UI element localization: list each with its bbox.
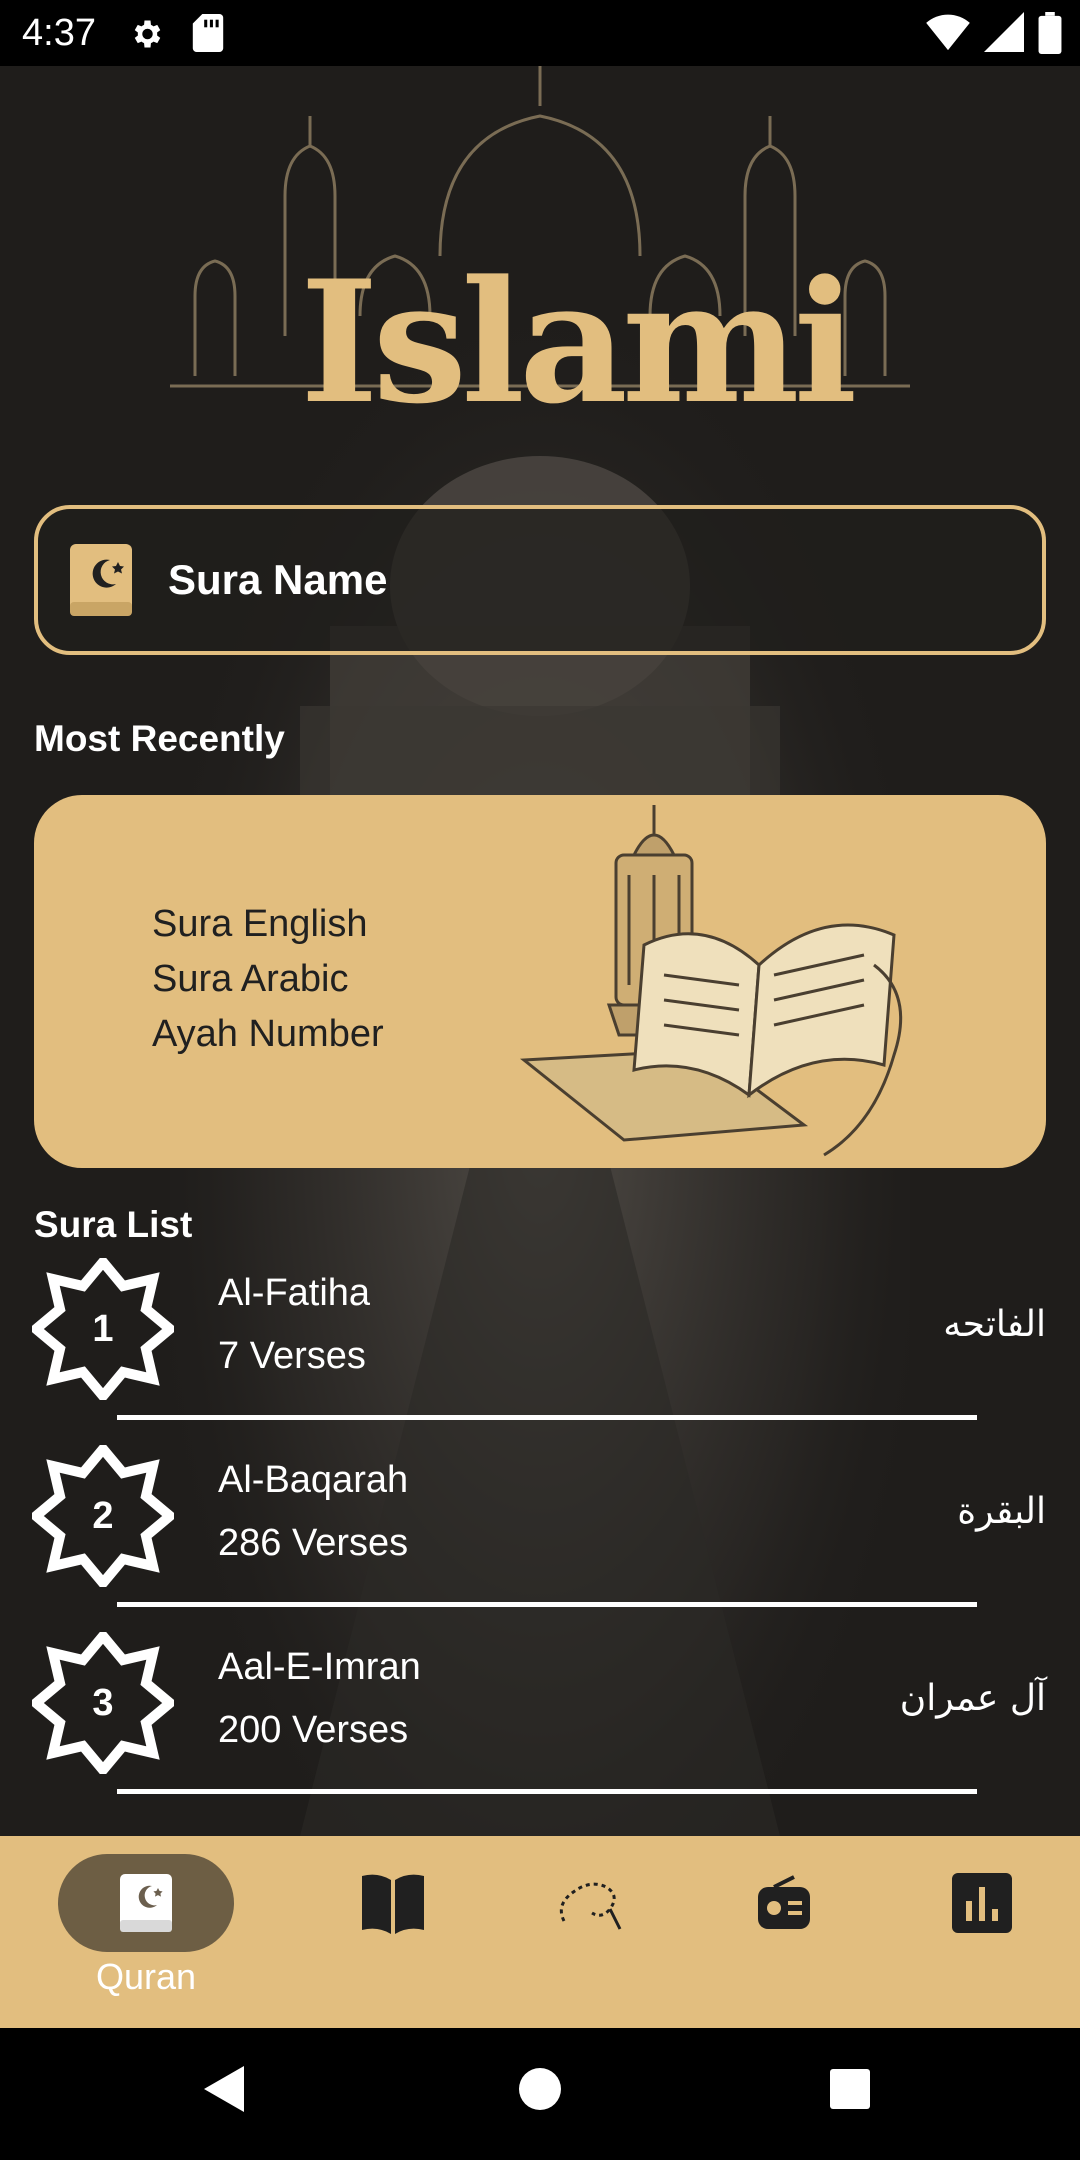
list-divider bbox=[117, 1415, 977, 1420]
most-recent-card[interactable]: Sura English Sura Arabic Ayah Number bbox=[34, 795, 1046, 1168]
status-bar: 4:37 bbox=[0, 0, 1080, 66]
nav-item-hadith[interactable] bbox=[305, 1854, 481, 2014]
sura-number: 3 bbox=[92, 1681, 114, 1724]
status-time: 4:37 bbox=[22, 12, 96, 54]
recent-card-text: Sura English Sura Arabic Ayah Number bbox=[152, 897, 384, 1062]
recent-ayah-number: Ayah Number bbox=[152, 1013, 384, 1055]
quran-lantern-illustration bbox=[519, 805, 903, 1157]
sura-arabic-name: البقرة bbox=[957, 1491, 1046, 1532]
sura-list-title: Sura List bbox=[34, 1204, 193, 1245]
sd-card-icon bbox=[192, 14, 224, 52]
nav-label-quran: Quran bbox=[95, 1956, 197, 1997]
nav-icon-wrap bbox=[696, 1854, 872, 1952]
nav-icon-wrap bbox=[502, 1854, 678, 1952]
nav-active-indicator bbox=[58, 1854, 234, 1952]
sura-verse-count: 7 Verses bbox=[218, 1335, 366, 1377]
app-screen: 4:37 Islami Sura Name Most Recently Sura… bbox=[0, 0, 1080, 2160]
sura-english-name: Aal-E-Imran bbox=[218, 1646, 421, 1688]
sura-verse-count: 200 Verses bbox=[218, 1709, 409, 1751]
gear-icon bbox=[134, 20, 161, 48]
recent-sura-english: Sura English bbox=[152, 903, 368, 945]
bottom-navigation-bar: Quran bbox=[0, 1836, 1080, 2028]
sura-english-name: Al-Fatiha bbox=[218, 1272, 371, 1314]
sura-arabic-name: آل عمران bbox=[899, 1678, 1046, 1719]
sura-list-item[interactable]: 2 Al-Baqarah 286 Verses البقرة bbox=[0, 1445, 1080, 1632]
sura-arabic-name: الفاتحه bbox=[943, 1304, 1046, 1345]
sura-list-item[interactable]: 3 Aal-E-Imran 200 Verses آل عمران bbox=[0, 1632, 1080, 1819]
nav-item-time[interactable] bbox=[894, 1854, 1070, 2014]
quran-icon bbox=[120, 1874, 172, 1932]
wifi-icon bbox=[926, 14, 970, 51]
battery-icon bbox=[1038, 12, 1062, 54]
sura-number: 1 bbox=[92, 1307, 114, 1350]
nav-icon-wrap bbox=[305, 1854, 481, 1952]
back-icon[interactable] bbox=[202, 2064, 246, 2114]
time-chart-icon bbox=[952, 1873, 1012, 1933]
sura-verse-count: 286 Verses bbox=[218, 1522, 409, 1564]
nav-item-radio[interactable] bbox=[696, 1854, 872, 2014]
nav-item-sebha[interactable] bbox=[502, 1854, 678, 2014]
system-navigation-bar bbox=[0, 2028, 1080, 2160]
list-divider bbox=[117, 1602, 977, 1607]
home-icon[interactable] bbox=[518, 2064, 562, 2114]
recents-icon[interactable] bbox=[828, 2064, 872, 2114]
list-divider bbox=[117, 1789, 977, 1794]
radio-icon bbox=[758, 1875, 810, 1929]
sura-search-placeholder: Sura Name bbox=[168, 556, 388, 603]
nav-icon-wrap bbox=[894, 1854, 1070, 1952]
quran-book-icon bbox=[70, 544, 132, 616]
nav-item-quran[interactable]: Quran bbox=[58, 1854, 234, 2014]
recent-sura-arabic: Sura Arabic bbox=[152, 958, 349, 1000]
sura-search-input[interactable]: Sura Name bbox=[34, 505, 1046, 655]
sura-english-name: Al-Baqarah bbox=[218, 1459, 409, 1501]
signal-icon bbox=[984, 12, 1024, 52]
most-recently-title: Most Recently bbox=[34, 718, 285, 759]
hadith-book-icon bbox=[362, 1874, 424, 1934]
sebha-icon bbox=[559, 1882, 622, 1930]
sura-number: 2 bbox=[92, 1494, 114, 1537]
sura-list-item[interactable]: 1 Al-Fatiha 7 Verses الفاتحه bbox=[0, 1258, 1080, 1445]
app-logo: Islami bbox=[300, 243, 857, 441]
